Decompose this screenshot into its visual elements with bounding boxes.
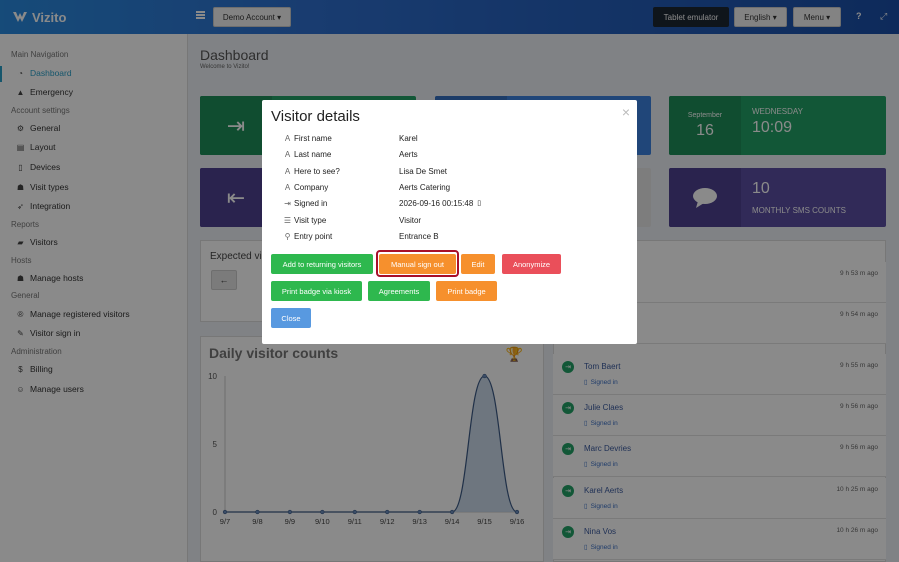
detail-value: Entrance B [399, 231, 439, 241]
detail-label: Entry point [294, 231, 333, 241]
detail-row-visit-type: ☰ Visit type Visitor [281, 212, 621, 228]
detail-row-signed-in: ⇥ Signed in 2026-09-16 00:15:48 ▯ [281, 195, 621, 211]
visitor-details-modal: Visitor details × A First name Karel A Last… [262, 100, 637, 344]
tablet-icon: ▯ [477, 200, 482, 207]
detail-value: 2026-09-16 00:15:48 [399, 198, 474, 208]
print-badge-button[interactable]: Print badge [436, 281, 497, 301]
detail-value: Lisa De Smet [399, 166, 448, 176]
detail-label: Here to see? [294, 166, 340, 176]
close-button[interactable]: Close [271, 308, 311, 328]
detail-row-first-name: A First name Karel [281, 130, 621, 146]
detail-label: Last name [294, 149, 332, 159]
close-icon[interactable]: × [622, 104, 630, 120]
detail-label: Visit type [294, 215, 327, 225]
detail-value: Karel [399, 133, 418, 143]
edit-button[interactable]: Edit [461, 254, 495, 274]
print-badge-via-kiosk-button[interactable]: Print badge via kiosk [271, 281, 362, 301]
modal-title: Visitor details [271, 108, 360, 125]
detail-row-company: A Company Aerts Catering [281, 179, 621, 195]
detail-row-last-name: A Last name Aerts [281, 146, 621, 162]
detail-label: Signed in [294, 198, 328, 208]
detail-value: Aerts Catering [399, 182, 451, 192]
agreements-button[interactable]: Agreements [368, 281, 430, 301]
font-icon: A [284, 166, 291, 176]
font-icon: A [284, 182, 291, 192]
detail-value: Aerts [399, 149, 418, 159]
detail-label: First name [294, 133, 332, 143]
list-icon: ☰ [283, 215, 292, 225]
detail-value: Visitor [399, 215, 422, 225]
manual-sign-out-highlight [376, 250, 459, 277]
font-icon: A [284, 133, 291, 143]
sign-in-icon: ⇥ [284, 198, 291, 208]
detail-row-entry-point: ⚲ Entry point Entrance B [281, 228, 621, 244]
anonymize-button[interactable]: Anonymize [502, 254, 561, 274]
detail-label: Company [294, 182, 329, 192]
add-to-returning-visitors-button[interactable]: Add to returning visitors [271, 254, 373, 274]
font-icon: A [284, 149, 291, 159]
map-marker-icon: ⚲ [284, 231, 291, 241]
detail-row-host: A Here to see? Lisa De Smet [281, 163, 621, 179]
